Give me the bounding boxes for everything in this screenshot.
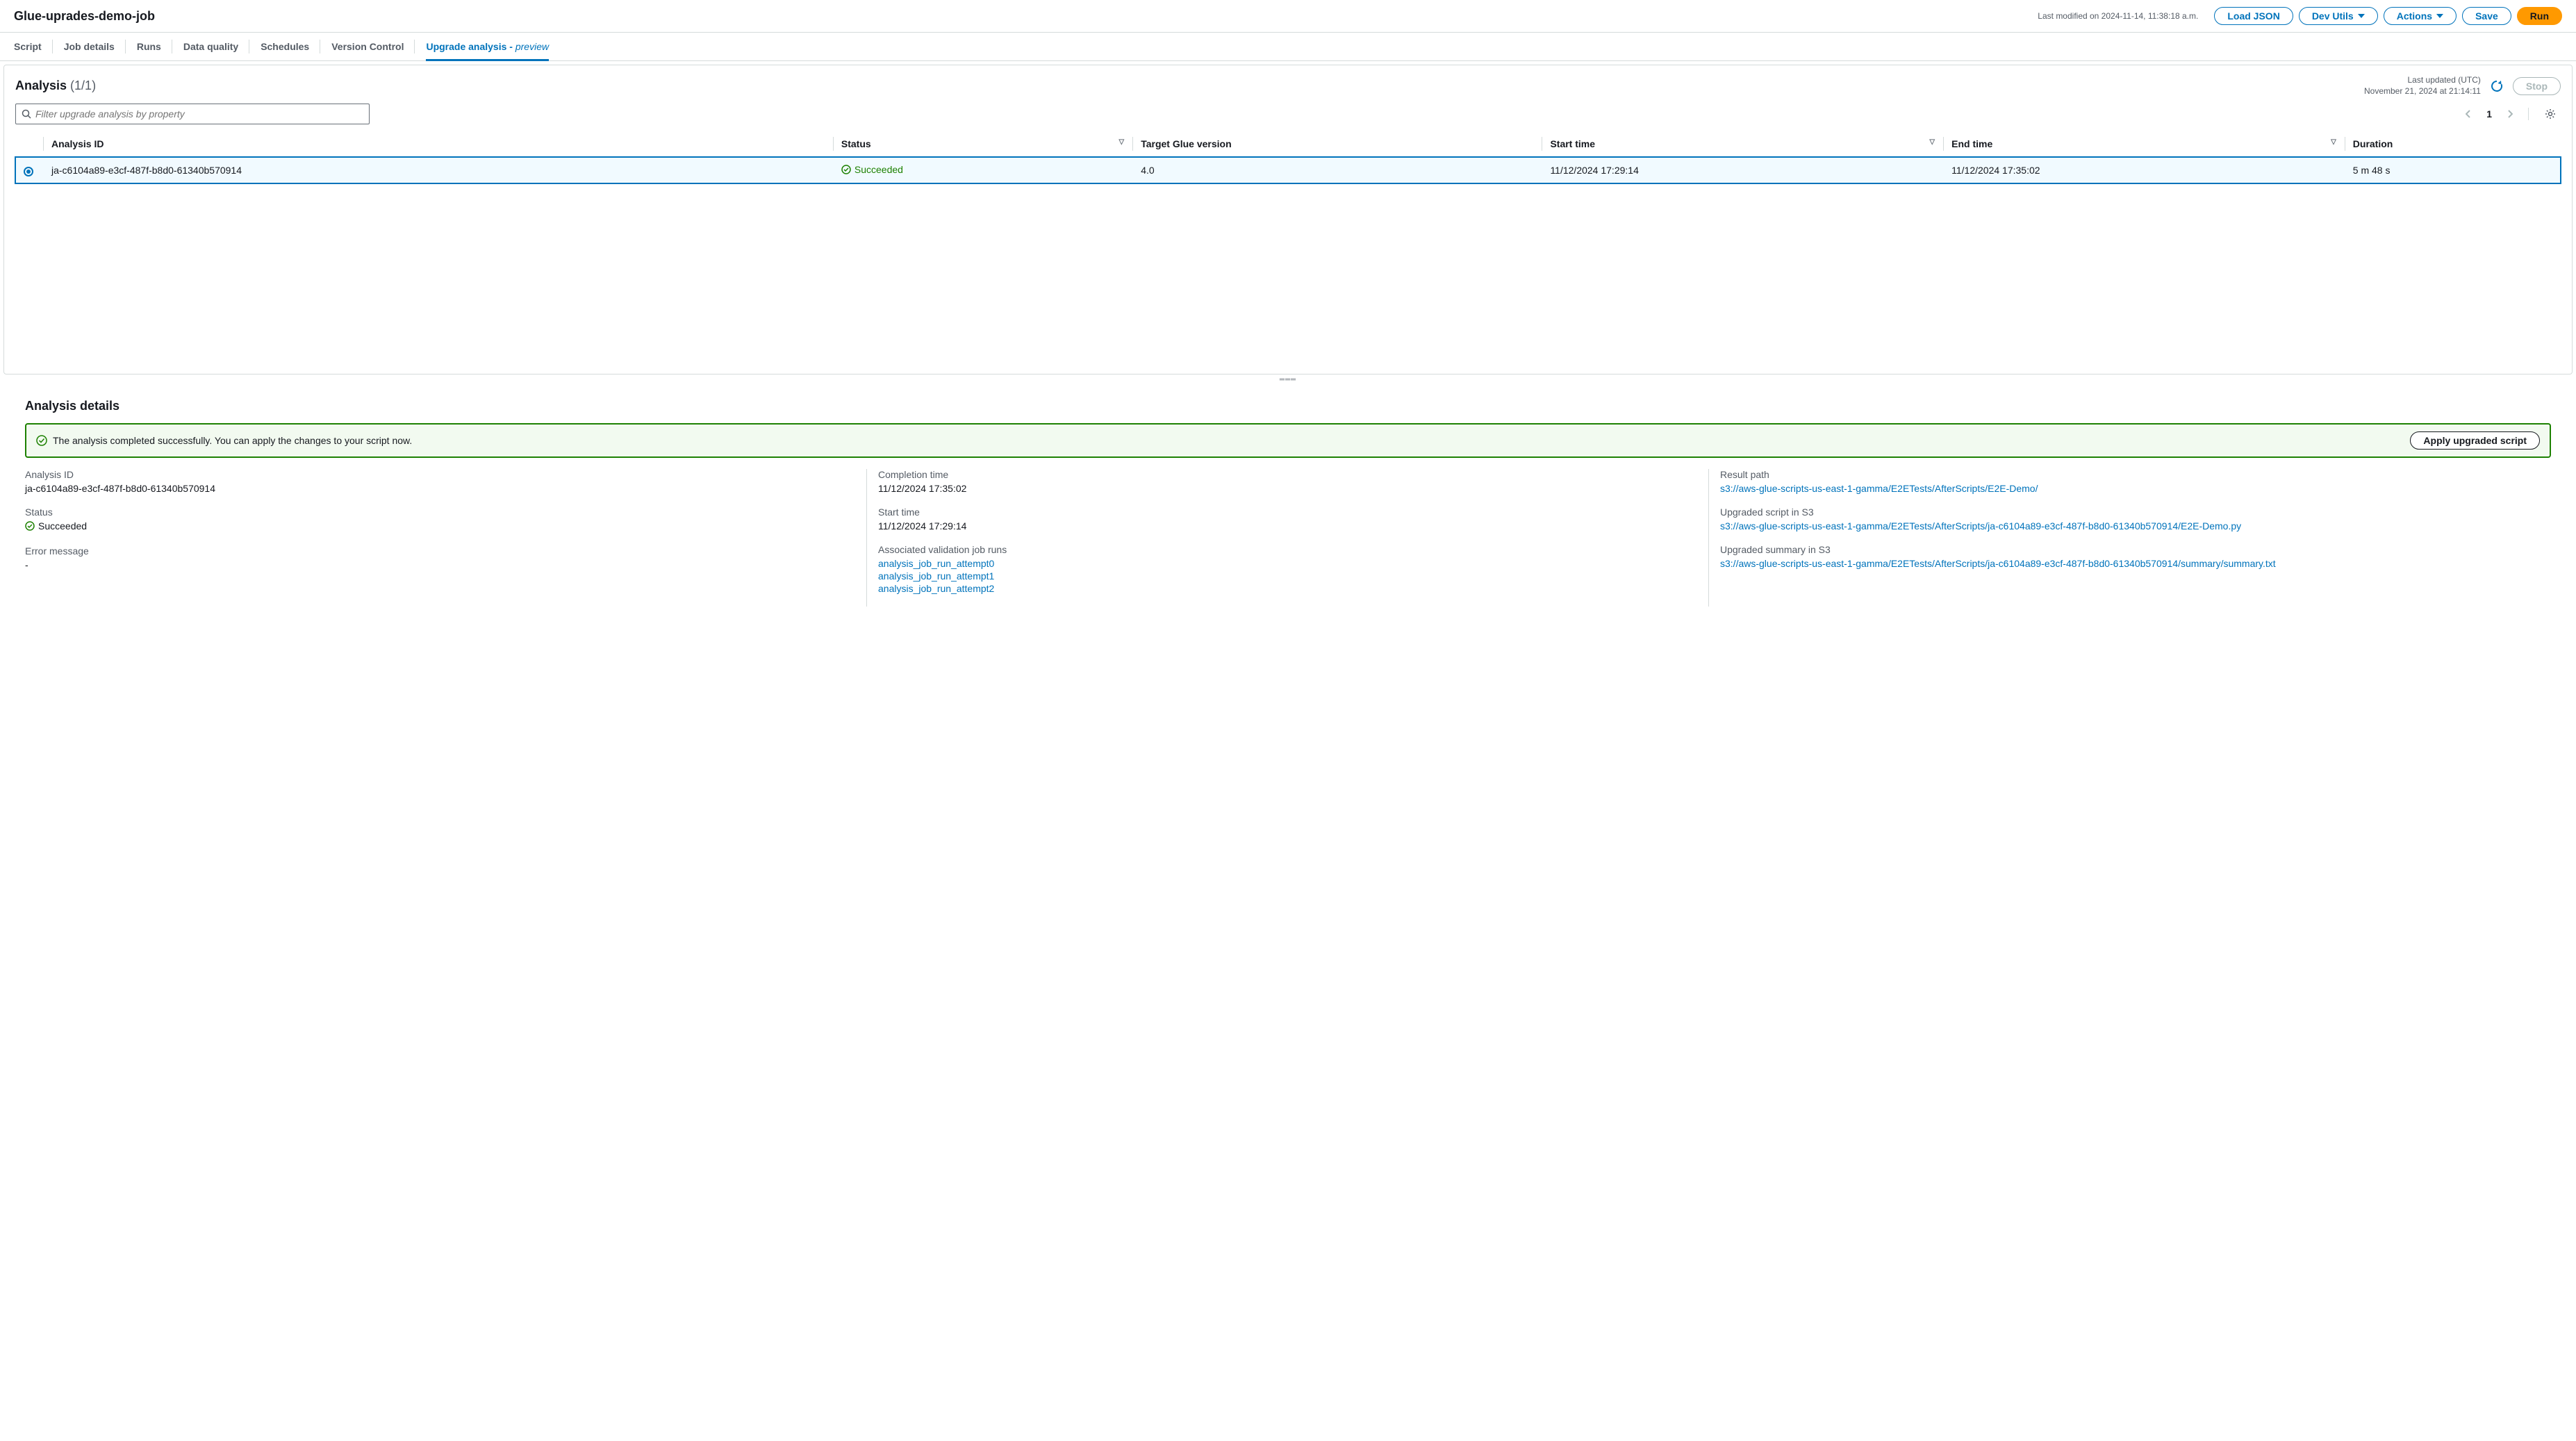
link-upgraded-summary[interactable]: s3://aws-glue-scripts-us-east-1-gamma/E2…	[1720, 558, 2540, 569]
search-icon	[22, 109, 31, 119]
tab-script[interactable]: Script	[14, 33, 42, 60]
label-upgraded-summary: Upgraded summary in S3	[1720, 544, 2540, 555]
link-run2[interactable]: analysis_job_run_attempt2	[878, 583, 1697, 594]
sort-icon: ▽	[1119, 138, 1125, 146]
label-error-message: Error message	[25, 545, 855, 557]
last-updated-value: November 21, 2024 at 21:14:11	[2364, 86, 2481, 97]
tab-upgrade-label: Upgrade analysis -	[426, 41, 515, 52]
label-start-time: Start time	[878, 507, 1697, 518]
next-page-button[interactable]	[2503, 108, 2517, 120]
dev-utils-label: Dev Utils	[2312, 10, 2354, 22]
analysis-table: Analysis ID Status▽ Target Glue version …	[15, 131, 2561, 183]
label-analysis-id: Analysis ID	[25, 469, 855, 480]
value-status: Succeeded	[25, 520, 87, 532]
save-button[interactable]: Save	[2462, 7, 2511, 25]
value-error-message: -	[25, 559, 855, 570]
success-alert: The analysis completed successfully. You…	[25, 423, 2551, 458]
col-end-time[interactable]: End time▽	[1943, 131, 2345, 157]
link-run0[interactable]: analysis_job_run_attempt0	[878, 558, 1697, 569]
page-number: 1	[2482, 108, 2496, 120]
link-run1[interactable]: analysis_job_run_attempt1	[878, 570, 1697, 582]
col-duration[interactable]: Duration	[2345, 131, 2561, 157]
job-title: Glue-uprades-demo-job	[14, 9, 155, 24]
analysis-details: Analysis details The analysis completed …	[0, 385, 2576, 620]
analysis-panel: Analysis (1/1) Last updated (UTC) Novemb…	[3, 65, 2573, 374]
cell-start: 11/12/2024 17:29:14	[1542, 157, 1943, 184]
tabs-bar: Script Job details Runs Data quality Sch…	[0, 33, 2576, 61]
caret-down-icon	[2358, 14, 2365, 18]
table-row[interactable]: ja-c6104a89-e3cf-487f-b8d0-61340b570914 …	[15, 157, 2561, 184]
col-start-time[interactable]: Start time▽	[1542, 131, 1943, 157]
col-target-glue[interactable]: Target Glue version	[1132, 131, 1542, 157]
status-badge: Succeeded	[841, 164, 903, 175]
last-modified-text: Last modified on 2024-11-14, 11:38:18 a.…	[2038, 11, 2198, 21]
caret-down-icon	[2436, 14, 2443, 18]
cell-target: 4.0	[1132, 157, 1542, 184]
last-updated-label: Last updated (UTC)	[2364, 75, 2481, 86]
analysis-title-text: Analysis	[15, 79, 70, 92]
tab-runs[interactable]: Runs	[137, 33, 161, 60]
tab-schedules[interactable]: Schedules	[261, 33, 309, 60]
settings-icon[interactable]	[2540, 104, 2561, 124]
tab-upgrade-analysis[interactable]: Upgrade analysis - preview	[426, 33, 549, 60]
prev-page-button[interactable]	[2461, 108, 2475, 120]
sort-icon: ▽	[2331, 138, 2336, 146]
actions-button[interactable]: Actions	[2384, 7, 2457, 25]
analysis-title: Analysis (1/1)	[15, 79, 96, 93]
page-header: Glue-uprades-demo-job Last modified on 2…	[0, 0, 2576, 33]
label-associated-runs: Associated validation job runs	[878, 544, 1697, 555]
analysis-title-count: (1/1)	[70, 79, 96, 92]
last-updated-block: Last updated (UTC) November 21, 2024 at …	[2364, 75, 2481, 97]
tab-job-details[interactable]: Job details	[64, 33, 115, 60]
row-radio[interactable]	[24, 167, 33, 176]
value-analysis-id: ja-c6104a89-e3cf-487f-b8d0-61340b570914	[25, 483, 855, 494]
value-start-time: 11/12/2024 17:29:14	[878, 520, 1697, 532]
link-upgraded-script[interactable]: s3://aws-glue-scripts-us-east-1-gamma/E2…	[1720, 520, 2540, 532]
status-text: Succeeded	[38, 520, 87, 532]
refresh-icon[interactable]	[2486, 76, 2507, 97]
resize-handle[interactable]: ═══	[0, 374, 2576, 385]
value-completion-time: 11/12/2024 17:35:02	[878, 483, 1697, 494]
actions-label: Actions	[2397, 10, 2432, 22]
apply-upgraded-script-button[interactable]: Apply upgraded script	[2410, 431, 2540, 450]
sort-icon: ▽	[1929, 138, 1935, 146]
separator	[2528, 108, 2529, 120]
search-input[interactable]	[31, 107, 363, 121]
tab-preview-label: preview	[515, 41, 549, 52]
tab-version-control[interactable]: Version Control	[331, 33, 404, 60]
cell-id: ja-c6104a89-e3cf-487f-b8d0-61340b570914	[43, 157, 833, 184]
tab-data-quality[interactable]: Data quality	[183, 33, 238, 60]
link-result-path[interactable]: s3://aws-glue-scripts-us-east-1-gamma/E2…	[1720, 483, 2540, 494]
label-completion-time: Completion time	[878, 469, 1697, 480]
check-circle-icon	[841, 165, 851, 174]
search-box[interactable]	[15, 104, 370, 124]
details-title: Analysis details	[25, 399, 2551, 413]
label-status: Status	[25, 507, 855, 518]
check-circle-icon	[36, 435, 47, 446]
cell-end: 11/12/2024 17:35:02	[1943, 157, 2345, 184]
label-result-path: Result path	[1720, 469, 2540, 480]
label-upgraded-script: Upgraded script in S3	[1720, 507, 2540, 518]
col-analysis-id[interactable]: Analysis ID	[43, 131, 833, 157]
run-button[interactable]: Run	[2517, 7, 2562, 25]
load-json-button[interactable]: Load JSON	[2214, 7, 2293, 25]
col-status[interactable]: Status▽	[833, 131, 1132, 157]
stop-button: Stop	[2513, 77, 2561, 95]
check-circle-icon	[25, 521, 35, 531]
status-text: Succeeded	[854, 164, 903, 175]
dev-utils-button[interactable]: Dev Utils	[2299, 7, 2378, 25]
cell-duration: 5 m 48 s	[2345, 157, 2561, 184]
alert-message: The analysis completed successfully. You…	[53, 435, 412, 446]
